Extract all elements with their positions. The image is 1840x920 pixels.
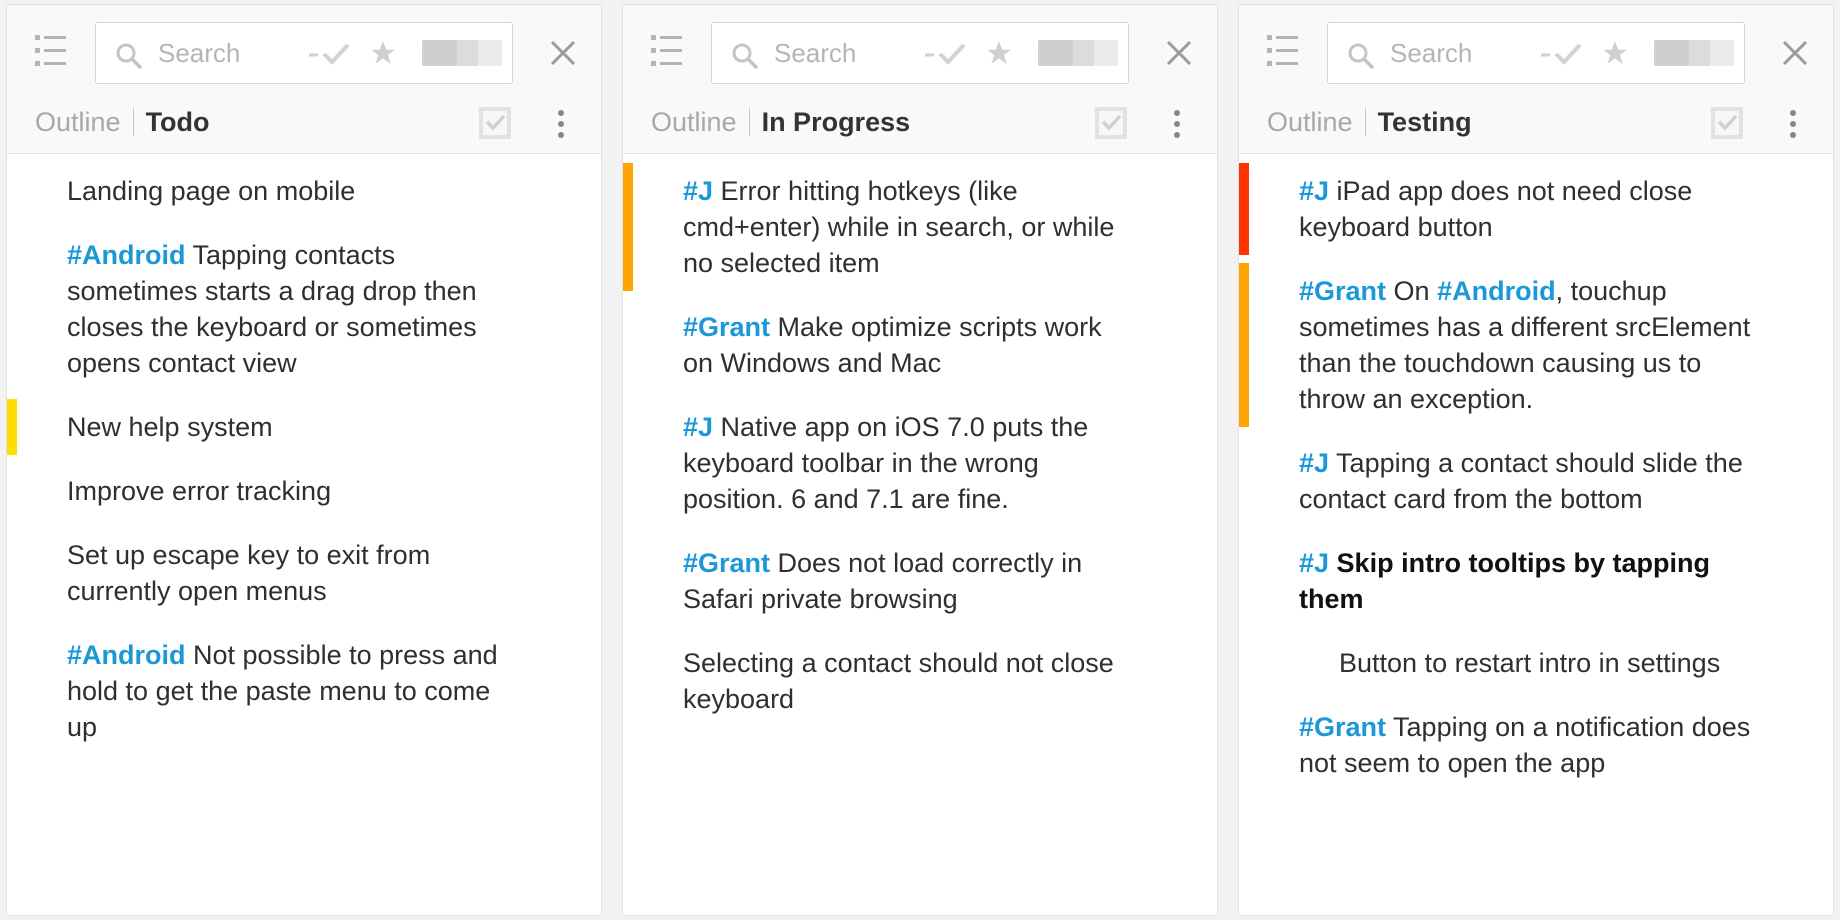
breadcrumb: Outline Testing [1267,105,1472,139]
more-menu-icon[interactable] [1789,109,1797,139]
breadcrumb-outline-link[interactable]: Outline [651,107,737,137]
breadcrumb-title: Testing [1377,107,1472,137]
list-item[interactable]: #Grant Does not load correctly in Safari… [623,545,1217,617]
breadcrumb-outline-link[interactable]: Outline [1267,107,1353,137]
list-item[interactable]: #J Native app on iOS 7.0 puts the keyboa… [623,409,1217,517]
list-item[interactable]: Set up escape key to exit from currently… [7,537,601,609]
completed-filter-icon[interactable] [924,41,970,67]
color-label-bar [1239,163,1249,255]
item-list: #J iPad app does not need close keyboard… [1239,163,1833,809]
more-menu-icon[interactable] [1173,109,1181,139]
star-icon[interactable] [1602,40,1628,66]
color-label-bar [1239,263,1249,427]
breadcrumb-title: In Progress [761,107,911,137]
breadcrumb-title: Todo [145,107,210,137]
checkbox-icon[interactable] [1711,107,1743,139]
list-item[interactable]: #Grant Make optimize scripts work on Win… [623,309,1217,381]
list-item[interactable]: #J Skip intro tooltips by tapping them [1239,545,1833,617]
column-in-progress: Outline In Progress #J Error hitting hotk… [622,4,1218,916]
item-text: On [1386,276,1438,306]
list-item[interactable]: #J Tapping a contact should slide the co… [1239,445,1833,517]
close-icon[interactable] [549,39,577,67]
item-text: Error hitting hotkeys (like cmd+enter) w… [683,176,1115,278]
hashtag[interactable]: #Grant [683,548,770,578]
hashtag[interactable]: #J [683,176,713,206]
close-icon[interactable] [1781,39,1809,67]
color-filter-toggle[interactable] [422,40,502,66]
completed-filter-icon[interactable] [308,41,354,67]
search-input[interactable] [1390,35,1520,71]
list-item[interactable]: #Android Tapping contacts sometimes star… [7,237,601,381]
list-item[interactable]: #Grant On #Android, touchup sometimes ha… [1239,263,1833,427]
breadcrumb: Outline In Progress [651,105,910,139]
item-text: Native app on iOS 7.0 puts the keyboard … [683,412,1089,514]
search-icon [116,43,142,69]
search-icon [1348,43,1374,69]
color-filter-toggle[interactable] [1038,40,1118,66]
checkbox-icon[interactable] [1095,107,1127,139]
hashtag[interactable]: #J [1299,548,1329,578]
hashtag[interactable]: #Android [67,240,186,270]
hashtag[interactable]: #J [683,412,713,442]
list-item[interactable]: Button to restart intro in settings [1239,645,1833,681]
item-text: Button to restart intro in settings [1339,648,1721,678]
hashtag[interactable]: #J [1299,176,1329,206]
item-text: New help system [67,412,273,442]
column-todo: Outline Todo Landing page on mobile #Andro… [6,4,602,916]
search-input[interactable] [774,35,904,71]
item-text: Skip intro tooltips by tapping them [1299,548,1711,614]
column-header: Outline Testing [1239,5,1833,154]
hashtag[interactable]: #Grant [1299,712,1386,742]
list-item[interactable]: #J iPad app does not need close keyboard… [1239,163,1833,255]
search-box[interactable] [95,22,513,84]
item-text: Tapping a contact should slide the conta… [1299,448,1743,514]
breadcrumb: Outline Todo [35,105,210,139]
checkbox-icon[interactable] [479,107,511,139]
search-box[interactable] [711,22,1129,84]
item-text: Improve error tracking [67,476,332,506]
star-icon[interactable] [986,40,1012,66]
color-filter-toggle[interactable] [1654,40,1734,66]
list-icon[interactable] [35,33,67,69]
hashtag[interactable]: #Android [1437,276,1556,306]
breadcrumb-divider [132,108,134,136]
search-box[interactable] [1327,22,1745,84]
breadcrumb-outline-link[interactable]: Outline [35,107,121,137]
hashtag[interactable]: #Grant [1299,276,1386,306]
list-item[interactable]: Landing page on mobile [7,173,601,209]
list-item[interactable]: #Android Not possible to press and hold … [7,637,601,745]
column-header: Outline In Progress [623,5,1217,154]
list-icon[interactable] [651,33,683,69]
list-item[interactable]: Selecting a contact should not close key… [623,645,1217,717]
search-input[interactable] [158,35,288,71]
item-list: Landing page on mobile #Android Tapping c… [7,173,601,773]
hashtag[interactable]: #Android [67,640,186,670]
breadcrumb-divider [1364,108,1366,136]
hashtag[interactable]: #J [1299,448,1329,478]
list-icon[interactable] [1267,33,1299,69]
hashtag[interactable]: #Grant [683,312,770,342]
column-header: Outline Todo [7,5,601,154]
list-item[interactable]: Improve error tracking [7,473,601,509]
item-list: #J Error hitting hotkeys (like cmd+enter… [623,163,1217,745]
star-icon[interactable] [370,40,396,66]
item-text: Set up escape key to exit from currently… [67,540,431,606]
item-text: iPad app does not need close keyboard bu… [1299,176,1693,242]
list-item[interactable]: #Grant Tapping on a notification does no… [1239,709,1833,781]
breadcrumb-divider [748,108,750,136]
color-label-bar [7,399,17,455]
list-item[interactable]: New help system [7,399,601,455]
column-testing: Outline Testing #J iPad app does not need… [1238,4,1834,916]
list-item[interactable]: #J Error hitting hotkeys (like cmd+enter… [623,163,1217,291]
item-text: Landing page on mobile [67,176,356,206]
more-menu-icon[interactable] [557,109,565,139]
search-icon [732,43,758,69]
color-label-bar [623,163,633,291]
item-text: Selecting a contact should not close key… [683,648,1114,714]
completed-filter-icon[interactable] [1540,41,1586,67]
close-icon[interactable] [1165,39,1193,67]
